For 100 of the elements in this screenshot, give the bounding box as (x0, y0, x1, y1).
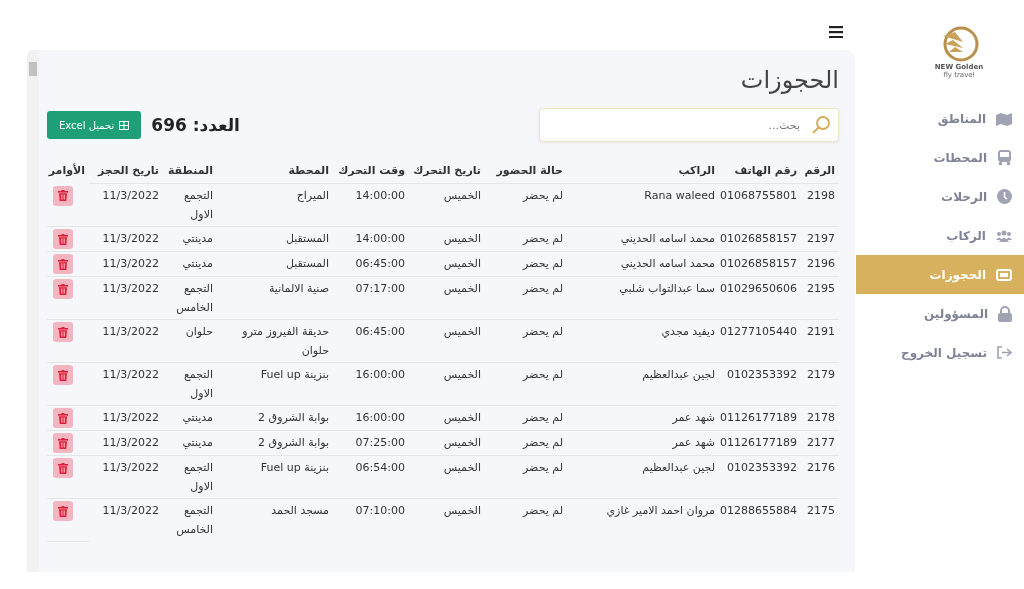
table-cell-text: Rana waleed (644, 188, 715, 204)
table-cell-text: مدينتي (182, 410, 213, 426)
table-cell-text: 2198 (807, 188, 835, 204)
table-cell-text: 2178 (807, 410, 835, 426)
table-cell-text: شهد عمر (672, 435, 715, 451)
table-cell-text: بوابة الشروق 2 (258, 410, 329, 426)
clock-icon (997, 189, 1012, 204)
table-cell-text: الخميس (443, 256, 481, 272)
table-cell-text: مدينتي (182, 231, 213, 247)
table-cell-text: الخميس (443, 324, 481, 340)
logout-icon (997, 346, 1012, 359)
table-cell-text: 07:25:00 (355, 435, 405, 451)
table-cell-text: لجين عبدالعظيم (642, 460, 715, 476)
table-cell-text: 11/3/2022 (102, 281, 159, 297)
table-cell-text: 11/3/2022 (102, 324, 159, 340)
table-cell-text: 2197 (807, 231, 835, 247)
column-header: الأوامر (47, 158, 89, 184)
table-cell-text: 06:45:00 (355, 324, 405, 340)
table-cell-text: حلوان (185, 324, 213, 340)
table-cell-text: لجين عبدالعظيم (642, 367, 715, 383)
table-cell-text: التجمع الاول (182, 188, 213, 223)
table-cell-text: 16:00:00 (355, 410, 405, 426)
sidebar-item[interactable]: الحجوزات (856, 255, 1024, 294)
table-cell-text: 07:17:00 (355, 281, 405, 297)
table-cell-text: الخميس (443, 435, 481, 451)
table-cell-text: الخميس (443, 410, 481, 426)
column-header: المنطقة (163, 158, 217, 184)
table-cell-text: 2195 (807, 281, 835, 297)
table-cell-text: الخميس (443, 281, 481, 297)
delete-button[interactable] (53, 408, 73, 428)
delete-button[interactable] (53, 501, 73, 521)
table-cell-text: 06:54:00 (355, 460, 405, 476)
table-cell-text: 01126177189 (720, 435, 797, 451)
table-cell-text: التجمع الخامس (175, 281, 213, 316)
column-header: الرقم (801, 158, 839, 184)
column-header: رقم الهاتف (719, 158, 801, 184)
trash-icon (58, 462, 68, 474)
table-cell-text: محمد اسامه الحديني (620, 256, 715, 272)
table-cell-text: بنزينة Fuel up (260, 460, 329, 476)
table-cell-text: 11/3/2022 (102, 231, 159, 247)
search-field[interactable]: بحث... (539, 108, 839, 142)
table-cell-text: الخميس (443, 460, 481, 476)
table-cell-text: 2196 (807, 256, 835, 272)
trash-icon (58, 369, 68, 381)
delete-button[interactable] (53, 365, 73, 385)
table-cell-text: لم يحضر (523, 460, 563, 476)
delete-button[interactable] (53, 185, 73, 206)
table-cell-text: لم يحضر (523, 231, 563, 247)
table-cell-text: بوابة الشروق 2 (258, 435, 329, 451)
table-cell-text: صنية الالمانية (268, 281, 329, 297)
table-cell-text: 2177 (807, 435, 835, 451)
column-header: وقت التحرك (333, 158, 409, 184)
sidebar-item[interactable]: المحطات (856, 138, 1024, 177)
delete-button[interactable] (53, 279, 73, 299)
column-header: المحطة (217, 158, 333, 184)
table-cell-text: سما عبدالتواب شلبي (619, 281, 715, 297)
table-cell-text: ديفيد مجدي (661, 324, 715, 340)
sidebar-item[interactable]: الرحلات (856, 177, 1024, 216)
sidebar-item[interactable]: المسؤولين (856, 294, 1024, 333)
table-cell-text: مسجد الحمد (271, 503, 329, 519)
table-cell-text: شهد عمر (672, 410, 715, 426)
table-cell-text: لم يحضر (523, 410, 563, 426)
column-header: حالة الحضور (485, 158, 567, 184)
table-cell-text: 11/3/2022 (102, 435, 159, 451)
table-cell-text: الخميس (443, 231, 481, 247)
trash-icon (58, 437, 68, 449)
sidebar-item[interactable]: تسجيل الخروج (856, 333, 1024, 372)
table-cell-text: مروان احمد الامير غازي (606, 503, 715, 519)
delete-button[interactable] (53, 322, 73, 342)
column-header: تاريخ التحرك (409, 158, 485, 184)
table-cell-text: 14:00:00 (355, 188, 405, 204)
bus-icon (997, 150, 1012, 165)
table-cell-text: 11/3/2022 (102, 367, 159, 383)
menu-icon[interactable] (829, 26, 843, 38)
delete-button[interactable] (53, 433, 73, 453)
sidebar-item[interactable]: المناطق (856, 99, 1024, 138)
search-icon (811, 115, 831, 135)
delete-button[interactable] (53, 254, 73, 274)
column-header: تاريخ الحجز (89, 158, 163, 184)
table-cell-text: لم يحضر (523, 324, 563, 340)
table-icon (119, 120, 130, 130)
delete-button[interactable] (53, 229, 73, 249)
delete-button[interactable] (53, 458, 73, 478)
table-cell-text: حديقة الفيروز مترو حلوان (240, 324, 329, 359)
sidebar-item[interactable]: الركاب (856, 216, 1024, 255)
table-cell-text: 0102353392 (727, 460, 797, 476)
table-cell-text: مدينتي (182, 256, 213, 272)
table-cell-text: 11/3/2022 (102, 256, 159, 272)
excel-download-button[interactable]: تحميل Excel (47, 111, 142, 139)
users-icon (996, 229, 1012, 242)
table-cell-text: محمد اسامه الحديني (620, 231, 715, 247)
table-cell-text: 11/3/2022 (102, 410, 159, 426)
table-cell-text: بنزينة Fuel up (260, 367, 329, 383)
table-cell-text: لم يحضر (523, 281, 563, 297)
table-cell-text: التجمع الاول (182, 460, 213, 495)
column-header: الراكب (567, 158, 719, 184)
table-cell-text: المستقبل (285, 256, 329, 272)
table-cell-text: 01126177189 (720, 410, 797, 426)
table-cell-text: 01026858157 (720, 231, 797, 247)
trash-icon (58, 505, 68, 517)
